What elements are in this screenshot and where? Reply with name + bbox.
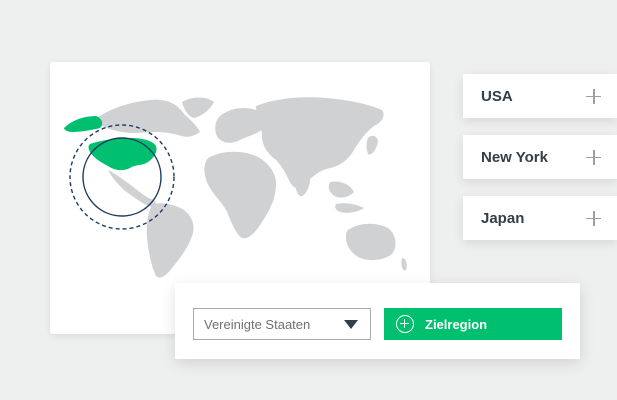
add-target-region-label: Zielregion xyxy=(425,316,488,332)
landmass-indonesia xyxy=(335,203,364,213)
world-landmass xyxy=(94,97,407,278)
action-panel: Vereinigte Staaten Zielregion xyxy=(175,283,580,359)
plus-icon[interactable] xyxy=(586,88,601,104)
panel-pointer xyxy=(367,264,389,284)
landmass-south-america xyxy=(146,203,194,278)
country-select[interactable]: Vereinigte Staaten xyxy=(193,308,371,340)
chevron-down-icon[interactable] xyxy=(344,319,358,329)
plus-icon[interactable] xyxy=(586,149,601,165)
region-item-japan[interactable]: Japan xyxy=(463,196,617,240)
landmass-central-america xyxy=(108,170,156,207)
region-item-label: New York xyxy=(481,148,548,166)
landmass-asia xyxy=(256,97,384,189)
add-target-region-button[interactable]: Zielregion xyxy=(384,308,562,340)
plus-circle-icon xyxy=(396,315,414,333)
region-item-usa[interactable]: USA xyxy=(463,74,617,118)
region-item-label: USA xyxy=(481,87,513,105)
landmass-southeast-asia xyxy=(328,181,354,198)
country-select-value: Vereinigte Staaten xyxy=(204,316,311,332)
landmass-usa-highlighted xyxy=(88,138,157,171)
landmass-japan xyxy=(366,135,378,155)
landmass-australia xyxy=(346,223,396,261)
region-item-label: Japan xyxy=(481,209,525,227)
landmass-alaska-highlighted xyxy=(64,116,103,132)
landmass-new-zealand xyxy=(401,258,407,271)
region-item-new-york[interactable]: New York xyxy=(463,135,617,179)
landmass-greenland xyxy=(182,97,214,118)
plus-icon[interactable] xyxy=(586,210,601,226)
landmass-africa xyxy=(204,151,276,239)
